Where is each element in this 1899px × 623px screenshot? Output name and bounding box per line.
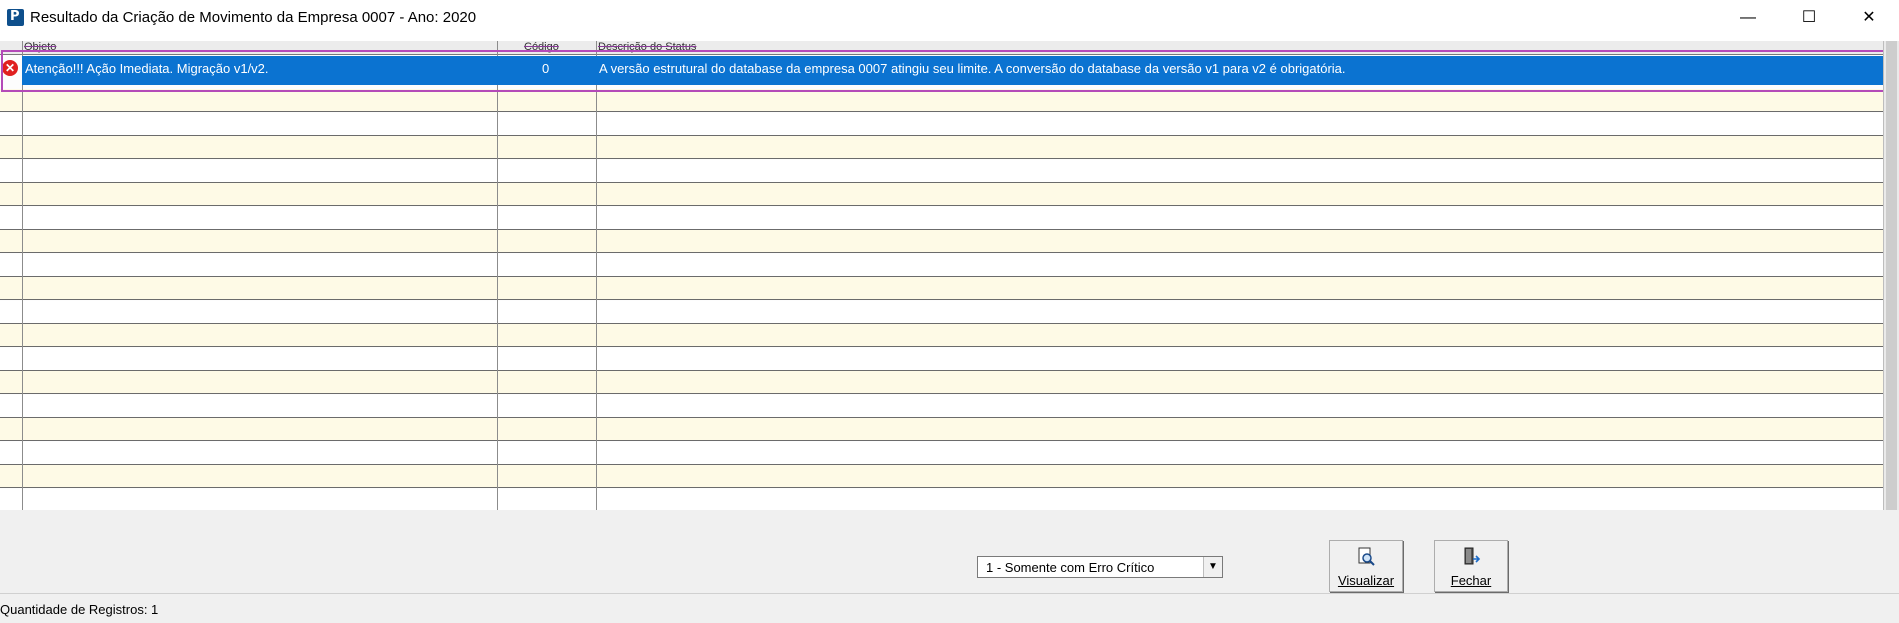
table-row[interactable] — [0, 183, 1883, 206]
table-row-selected[interactable]: Atenção!!! Ação Imediata. Migração v1/v2… — [22, 56, 1883, 85]
vertical-scrollbar[interactable] — [1883, 41, 1899, 510]
column-divider — [22, 41, 23, 510]
chevron-down-icon[interactable]: ▼ — [1203, 557, 1222, 577]
preview-icon — [1358, 547, 1375, 566]
error-icon: ✕ — [2, 60, 18, 76]
table-row[interactable] — [0, 206, 1883, 230]
minimize-button[interactable]: — — [1725, 0, 1771, 36]
table-row[interactable] — [0, 394, 1883, 418]
table-row[interactable] — [0, 465, 1883, 488]
app-icon: P — [7, 9, 24, 26]
maximize-button[interactable]: ☐ — [1786, 0, 1832, 36]
table-row[interactable] — [0, 488, 1883, 511]
table-row[interactable] — [0, 371, 1883, 394]
table-row[interactable] — [0, 347, 1883, 371]
column-header-descricao[interactable]: Descrição do Status — [598, 41, 696, 54]
title-bar: P Resultado da Criação de Movimento da E… — [0, 0, 1899, 36]
column-divider — [497, 41, 498, 510]
table-row[interactable] — [0, 136, 1883, 159]
filter-dropdown[interactable]: 1 - Somente com Erro Crítico ▼ — [977, 556, 1223, 578]
table-row[interactable] — [0, 300, 1883, 324]
cell-descricao: A versão estrutural do database da empre… — [599, 61, 1346, 76]
table-row[interactable] — [0, 89, 1883, 112]
exit-door-icon — [1464, 547, 1481, 565]
scrollbar-thumb[interactable] — [1886, 41, 1897, 510]
fechar-button[interactable]: Fechar — [1434, 540, 1508, 592]
table-row[interactable] — [0, 418, 1883, 441]
fechar-label: Fechar — [1450, 573, 1492, 588]
table-row[interactable] — [0, 253, 1883, 277]
close-button[interactable]: ✕ — [1846, 0, 1892, 36]
column-divider — [596, 41, 597, 510]
table-row[interactable] — [0, 324, 1883, 347]
column-header-objeto[interactable]: Objeto — [24, 41, 56, 54]
table-row[interactable] — [0, 277, 1883, 300]
results-grid[interactable] — [0, 41, 1883, 511]
column-header-codigo[interactable]: Código — [524, 41, 559, 54]
filter-selected-value: 1 - Somente com Erro Crítico — [986, 560, 1155, 575]
visualizar-button[interactable]: Visualizar — [1329, 540, 1403, 592]
table-row[interactable] — [0, 159, 1883, 183]
table-row[interactable] — [0, 441, 1883, 465]
cell-codigo: 0 — [542, 61, 550, 76]
table-row[interactable] — [0, 230, 1883, 253]
window-title: Resultado da Criação de Movimento da Emp… — [30, 9, 477, 26]
grid-header: Objeto Código Descrição do Status — [0, 41, 1883, 55]
table-row[interactable] — [0, 112, 1883, 136]
cell-objeto: Atenção!!! Ação Imediata. Migração v1/v2… — [25, 61, 269, 76]
record-count: Quantidade de Registros: 1 — [0, 602, 159, 617]
visualizar-label: Visualizar — [1337, 573, 1395, 588]
status-bar: Quantidade de Registros: 1 — [0, 593, 1899, 623]
